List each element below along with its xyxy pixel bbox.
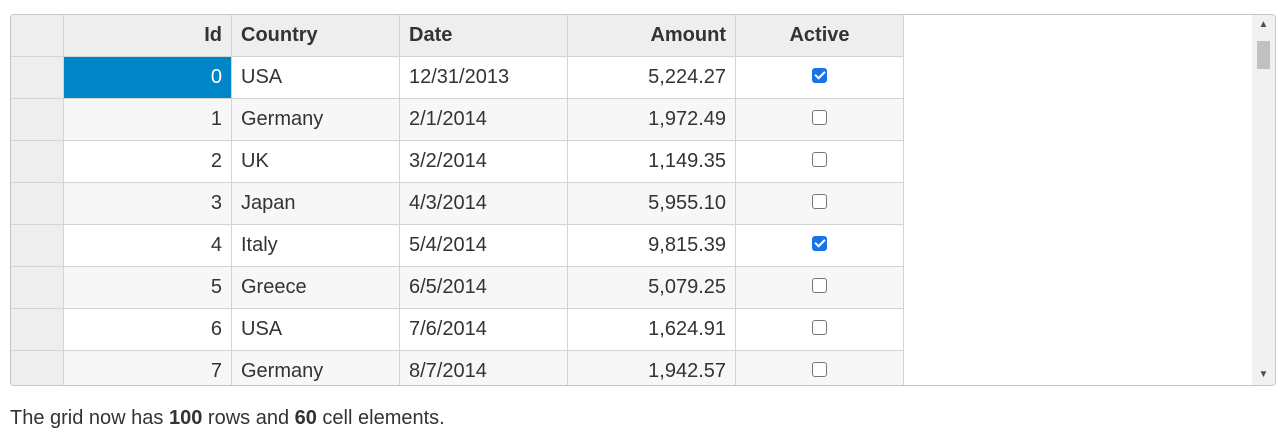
- row-header[interactable]: [11, 309, 64, 351]
- grid-cell-amount[interactable]: 1,972.49: [568, 99, 736, 141]
- grid-cell-active[interactable]: [736, 57, 904, 99]
- active-checkbox[interactable]: [812, 110, 827, 126]
- grid-cell-date[interactable]: 2/1/2014: [400, 99, 568, 141]
- grid-cell-country[interactable]: Germany: [232, 99, 400, 141]
- grid-cell-amount[interactable]: 5,224.27: [568, 57, 736, 99]
- row-header[interactable]: [11, 57, 64, 99]
- grid-cell-active[interactable]: [736, 267, 904, 309]
- scroll-down-arrow-icon[interactable]: ▼: [1252, 365, 1275, 385]
- grid-cell-country[interactable]: Germany: [232, 351, 400, 385]
- grid-cell-date[interactable]: 12/31/2013: [400, 57, 568, 99]
- active-checkbox[interactable]: [812, 320, 827, 336]
- grid-cell-date[interactable]: 7/6/2014: [400, 309, 568, 351]
- grid-cell-country[interactable]: Greece: [232, 267, 400, 309]
- grid-cell-country[interactable]: USA: [232, 309, 400, 351]
- grid-cell-amount[interactable]: 1,942.57: [568, 351, 736, 385]
- grid-cell-date[interactable]: 6/5/2014: [400, 267, 568, 309]
- data-grid[interactable]: Id Country Date Amount Active 0 USA 12/31/2013 5…: [10, 14, 1276, 386]
- grid-cell-id[interactable]: 4: [64, 225, 232, 267]
- grid-cell-date[interactable]: 3/2/2014: [400, 141, 568, 183]
- row-header[interactable]: [11, 141, 64, 183]
- grid-cell-country[interactable]: Japan: [232, 183, 400, 225]
- grid-cell-id[interactable]: 2: [64, 141, 232, 183]
- column-header-country[interactable]: Country: [232, 15, 400, 57]
- grid-cell-id[interactable]: 5: [64, 267, 232, 309]
- grid-cell-id[interactable]: 0: [64, 57, 232, 99]
- grid-cell-active[interactable]: [736, 309, 904, 351]
- scroll-up-arrow-icon[interactable]: ▲: [1252, 15, 1275, 35]
- grid-cell-country[interactable]: UK: [232, 141, 400, 183]
- column-header-amount[interactable]: Amount: [568, 15, 736, 57]
- grid-cell-country[interactable]: USA: [232, 57, 400, 99]
- column-header-date[interactable]: Date: [400, 15, 568, 57]
- grid-cell-date[interactable]: 5/4/2014: [400, 225, 568, 267]
- status-middle: rows and: [202, 407, 295, 429]
- top-left-corner: [11, 15, 64, 57]
- cells-count: 60: [294, 407, 317, 429]
- status-prefix: The grid now has: [10, 407, 169, 429]
- active-checkbox[interactable]: [812, 194, 827, 210]
- grid-cell-country[interactable]: Italy: [232, 225, 400, 267]
- grid-cell-amount[interactable]: 5,955.10: [568, 183, 736, 225]
- grid-cell-active[interactable]: [736, 141, 904, 183]
- column-header-active[interactable]: Active: [736, 15, 904, 57]
- rows-count: 100: [168, 407, 203, 429]
- grid-cell-active[interactable]: [736, 225, 904, 267]
- grid-cell-amount[interactable]: 5,079.25: [568, 267, 736, 309]
- row-header[interactable]: [11, 183, 64, 225]
- row-header[interactable]: [11, 225, 64, 267]
- active-checkbox[interactable]: [812, 278, 827, 294]
- grid-cell-amount[interactable]: 9,815.39: [568, 225, 736, 267]
- status-text: The grid now has 100 rows and 60 cell el…: [10, 407, 445, 430]
- grid-cell-active[interactable]: [736, 351, 904, 385]
- grid-cell-date[interactable]: 8/7/2014: [400, 351, 568, 385]
- column-header-id[interactable]: Id: [64, 15, 232, 57]
- active-checkbox[interactable]: [812, 236, 827, 252]
- grid-cell-id[interactable]: 1: [64, 99, 232, 141]
- row-header[interactable]: [11, 99, 64, 141]
- grid-cell-id[interactable]: 3: [64, 183, 232, 225]
- active-checkbox[interactable]: [812, 152, 827, 168]
- grid-cell-amount[interactable]: 1,149.35: [568, 141, 736, 183]
- grid-cell-active[interactable]: [736, 99, 904, 141]
- grid-cell-active[interactable]: [736, 183, 904, 225]
- row-header[interactable]: [11, 267, 64, 309]
- scroll-thumb[interactable]: [1257, 41, 1270, 69]
- grid-cell-date[interactable]: 4/3/2014: [400, 183, 568, 225]
- status-suffix: cell elements.: [316, 407, 445, 429]
- grid-cell-amount[interactable]: 1,624.91: [568, 309, 736, 351]
- active-checkbox[interactable]: [812, 68, 827, 84]
- active-checkbox[interactable]: [812, 362, 827, 378]
- grid-cell-id[interactable]: 7: [64, 351, 232, 385]
- row-header[interactable]: [11, 351, 64, 385]
- grid-cell-id[interactable]: 6: [64, 309, 232, 351]
- vertical-scrollbar[interactable]: ▲ ▼: [1252, 15, 1275, 385]
